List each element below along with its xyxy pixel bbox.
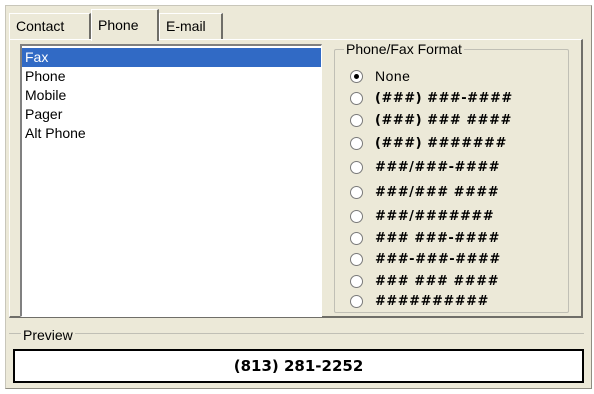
format-option-5[interactable]: ###/### #### bbox=[350, 182, 499, 202]
radio-button-icon[interactable] bbox=[350, 274, 363, 288]
format-option-label: None bbox=[375, 68, 411, 84]
format-option-label: (###) ####### bbox=[375, 135, 507, 151]
format-option-label: ###/####### bbox=[375, 208, 495, 224]
format-option-label: (###) ### #### bbox=[375, 112, 512, 128]
tab-contact[interactable]: Contact bbox=[9, 13, 91, 39]
radio-button-icon[interactable] bbox=[350, 209, 363, 223]
radio-button-icon[interactable] bbox=[350, 185, 363, 199]
radio-button-icon[interactable] bbox=[350, 231, 363, 245]
preview-field: (813) 281-2252 bbox=[13, 349, 584, 383]
radio-button-icon[interactable] bbox=[350, 294, 363, 308]
format-option-3[interactable]: (###) ####### bbox=[350, 133, 507, 153]
tab-panel-phone: Fax Phone Mobile Pager Alt Phone Phone/F… bbox=[9, 39, 583, 318]
format-option-label: ### ### #### bbox=[375, 273, 499, 289]
phone-type-list[interactable]: Fax Phone Mobile Pager Alt Phone bbox=[20, 44, 322, 317]
tab-phone[interactable]: Phone bbox=[91, 9, 159, 41]
format-option-7[interactable]: ### ###-#### bbox=[350, 228, 500, 248]
format-option-label: ### ###-#### bbox=[375, 230, 500, 246]
format-option-label: ########## bbox=[375, 293, 489, 309]
list-item-mobile[interactable]: Mobile bbox=[22, 86, 321, 105]
radio-button-icon[interactable] bbox=[350, 113, 363, 127]
format-option-10[interactable]: ########## bbox=[350, 291, 489, 311]
format-option-4[interactable]: ###/###-#### bbox=[350, 157, 500, 177]
preview-title: Preview bbox=[21, 327, 75, 343]
phone-format-group-title: Phone/Fax Format bbox=[344, 41, 464, 57]
list-item-fax[interactable]: Fax bbox=[22, 48, 321, 67]
format-option-1[interactable]: (###) ###-#### bbox=[350, 88, 513, 108]
format-option-6[interactable]: ###/####### bbox=[350, 206, 494, 226]
radio-button-icon[interactable] bbox=[350, 136, 363, 150]
format-option-none[interactable]: None bbox=[350, 66, 410, 86]
format-option-9[interactable]: ### ### #### bbox=[350, 271, 499, 291]
list-item-pager[interactable]: Pager bbox=[22, 105, 321, 124]
phone-format-group: Phone/Fax Format None (###) ###-#### (##… bbox=[334, 41, 569, 313]
format-option-label: ###/### #### bbox=[375, 184, 500, 200]
format-option-label: (###) ###-#### bbox=[375, 90, 513, 106]
radio-button-icon[interactable] bbox=[350, 91, 363, 105]
format-option-label: ###-###-#### bbox=[375, 251, 501, 267]
format-option-label: ###/###-#### bbox=[375, 159, 501, 175]
list-item-alt-phone[interactable]: Alt Phone bbox=[22, 124, 321, 143]
radio-button-icon[interactable] bbox=[350, 160, 363, 174]
radio-button-icon[interactable] bbox=[350, 252, 363, 266]
tab-email[interactable]: E-mail bbox=[159, 13, 223, 39]
format-option-8[interactable]: ###-###-#### bbox=[350, 249, 501, 269]
list-item-phone[interactable]: Phone bbox=[22, 67, 321, 86]
radio-button-icon[interactable] bbox=[350, 69, 363, 83]
format-option-2[interactable]: (###) ### #### bbox=[350, 110, 512, 130]
